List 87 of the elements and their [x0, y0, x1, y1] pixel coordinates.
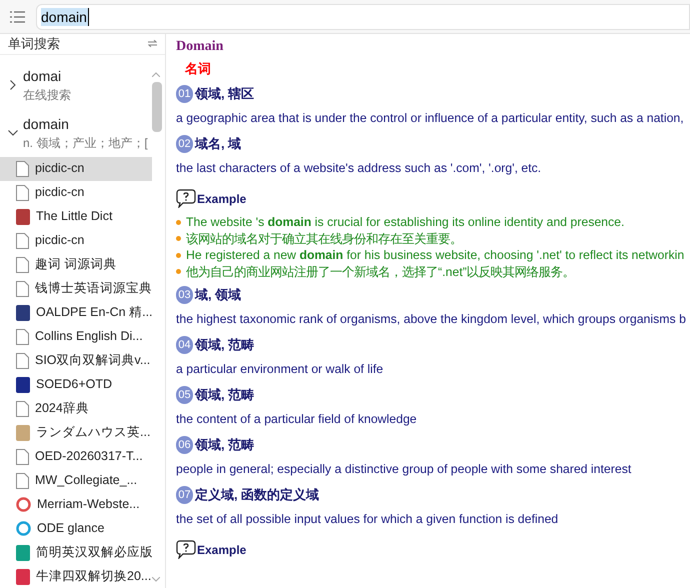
dictionary-item[interactable]: OALDPE En-Cn 精... — [0, 300, 152, 324]
sense-number: 04 — [176, 336, 193, 354]
sense-translation: 域, 领域 — [195, 286, 242, 304]
sense-definition: people in general; especially a distinctive group of people with some shared interest — [176, 461, 632, 478]
dictionary-item[interactable]: 简明英汉双解必应版 — [0, 540, 152, 564]
sense-definition: the content of a particular field of knowledge — [176, 411, 417, 428]
bullet-icon — [176, 236, 181, 242]
document-icon — [16, 400, 29, 416]
dictionary-item[interactable]: picdic-cn — [0, 156, 152, 180]
result-word: domain — [23, 114, 70, 134]
dictionary-item[interactable]: picdic-cn — [0, 228, 152, 252]
search-text: domain — [41, 8, 89, 26]
scroll-up-icon[interactable] — [152, 72, 160, 77]
document-icon — [16, 448, 29, 464]
bullet-icon — [176, 252, 181, 258]
dictionary-item[interactable]: Merriam-Webste... — [0, 492, 152, 516]
example-label: Example — [197, 191, 246, 208]
sense-definition: the highest taxonomic rank of organisms, above the kingdom level, which groups organisms b — [176, 311, 686, 328]
document-icon — [16, 280, 29, 296]
sense-number: 06 — [176, 436, 193, 454]
result-item[interactable]: domai 在线搜索 — [0, 60, 152, 108]
document-icon — [16, 160, 29, 176]
sense-number: 07 — [176, 486, 193, 504]
sense-translation: 领域, 范畴 — [195, 336, 254, 354]
result-item[interactable]: domain n. 领域；产业；地产；[ — [0, 108, 152, 156]
ring-icon — [16, 497, 31, 512]
sense-number: 01 — [176, 85, 193, 103]
sense-definition: the set of all possible input values for which a given function is defined — [176, 511, 558, 528]
result-subtitle: n. 领域；产业；地产；[ — [23, 134, 148, 152]
headword: Domain — [176, 38, 224, 56]
book-cover-icon — [16, 568, 30, 584]
dictionary-item[interactable]: MW_Collegiate_... — [0, 468, 152, 492]
question-bubble-icon — [176, 540, 196, 559]
dictionary-item[interactable]: 牛津四双解切换20... — [0, 564, 152, 588]
dictionary-item[interactable]: ランダムハウス英... — [0, 420, 152, 444]
dictionary-item[interactable]: SOED6+OTD — [0, 372, 152, 396]
scrollbar[interactable] — [152, 82, 162, 132]
dictionary-item[interactable]: OED-20260317-T... — [0, 444, 152, 468]
sense-number: 02 — [176, 135, 193, 153]
dictionary-item[interactable]: picdic-cn — [0, 180, 152, 204]
book-cover-icon — [16, 544, 30, 560]
example-label: Example — [197, 542, 246, 559]
sense-translation: 领域, 范畴 — [195, 436, 254, 454]
example-sentence: 该网站的域名对于确立其在线身份和存在至关重要。 — [186, 230, 462, 248]
book-cover-icon — [16, 424, 30, 440]
book-cover-icon — [16, 304, 30, 320]
dictionary-item[interactable]: 趣词 词源词典 — [0, 252, 152, 276]
sense-translation: 领域, 范畴 — [195, 386, 254, 404]
dictionary-item[interactable]: The Little Dict — [0, 204, 152, 228]
sense-number: 03 — [176, 286, 193, 304]
sense-definition: a geographic area that is under the control or influence of a particular entity, such as a nation, — [176, 110, 684, 127]
chevron-down-icon — [8, 130, 18, 136]
result-subtitle: 在线搜索 — [23, 86, 71, 104]
document-icon — [16, 352, 29, 368]
sense-number: 05 — [176, 386, 193, 404]
document-icon — [16, 256, 29, 272]
book-cover-icon — [16, 376, 30, 392]
example-sentence: 他为自己的商业网站注册了一个新域名，选择了“.net”以反映其网络服务。 — [186, 264, 575, 281]
sense-definition: a particular environment or walk of life — [176, 361, 384, 378]
dictionary-item[interactable]: ODE glance — [0, 516, 152, 540]
search-field[interactable]: domain — [36, 4, 690, 30]
dictionary-item[interactable]: 2024辞典 — [0, 396, 152, 420]
example-sentence: He registered a new domain for his business website, choosing '.net' to reflect its networkin — [186, 247, 684, 264]
bullet-icon — [176, 220, 181, 225]
dictionary-item[interactable]: Collins English Di... — [0, 324, 152, 348]
sense-definition: the last characters of a website's address such as '.com', '.org', etc. — [176, 160, 542, 177]
document-icon — [16, 184, 29, 200]
bullet-icon — [176, 269, 181, 274]
sense-translation: 领域, 辖区 — [195, 85, 254, 104]
menu-icon[interactable] — [10, 10, 25, 22]
document-icon — [16, 232, 29, 248]
dictionary-item[interactable]: 钱博士英语词源宝典 — [0, 276, 152, 300]
result-word: domai — [23, 66, 62, 86]
ring-icon — [16, 521, 31, 536]
panel-title: 单词搜索 — [8, 35, 60, 53]
sense-translation: 定义域, 函数的定义域 — [195, 486, 320, 504]
chevron-right-icon — [10, 80, 16, 90]
document-icon — [16, 472, 29, 488]
book-cover-icon — [16, 208, 30, 224]
sense-translation: 域名, 域 — [195, 135, 242, 154]
document-icon — [16, 328, 29, 344]
question-bubble-icon — [176, 189, 196, 208]
example-sentence: The website 's domain is crucial for establishing its online identity and presence. — [186, 214, 624, 232]
scroll-down-icon[interactable] — [152, 577, 160, 582]
dictionary-item[interactable]: SIO双向双解词典v... — [0, 348, 152, 372]
part-of-speech: 名词 — [185, 60, 211, 78]
swap-icon[interactable] — [148, 40, 157, 48]
